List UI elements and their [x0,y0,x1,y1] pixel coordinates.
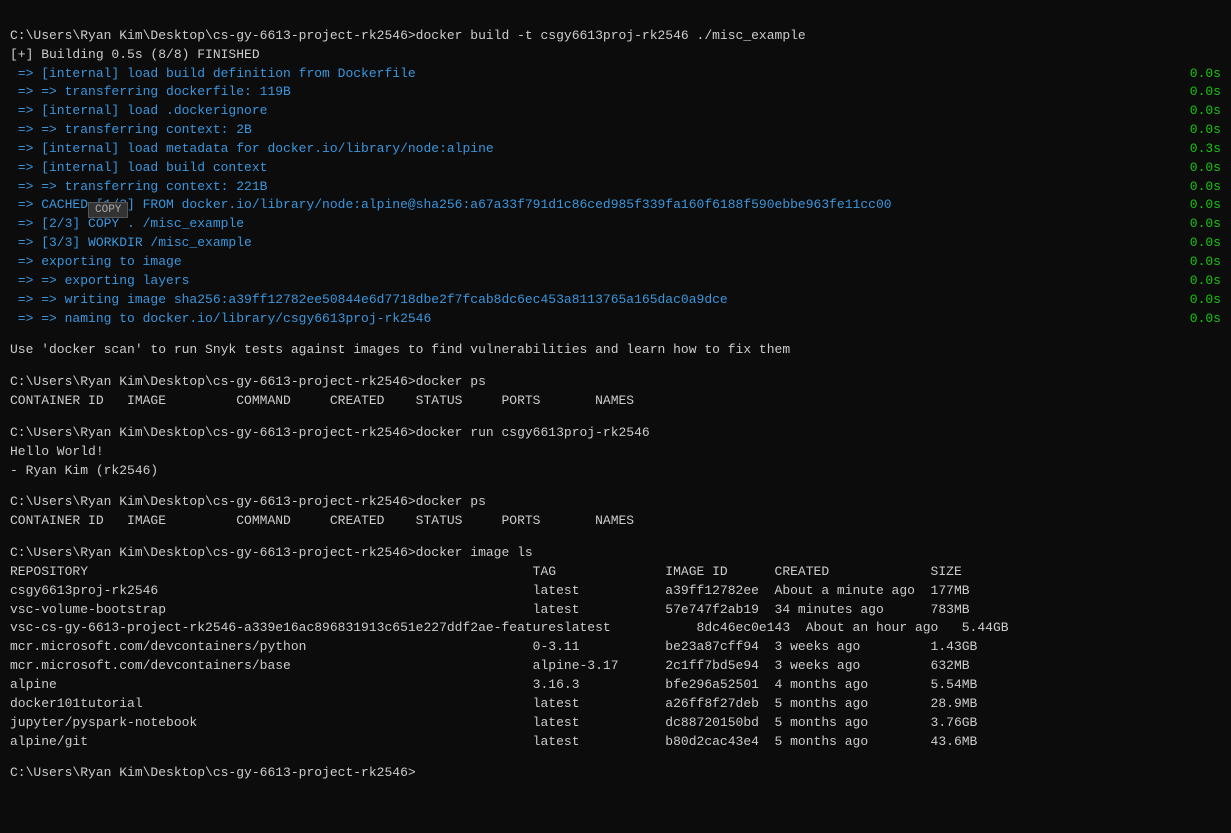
terminal-line: alpine 3.16.3 bfe296a52501 4 months ago … [10,676,1221,695]
terminal-line: => [internal] load metadata for docker.i… [10,140,1221,159]
step-time: 0.0s [1171,102,1221,121]
step-left: => => transferring context: 221B [10,178,267,197]
terminal-line: C:\Users\Ryan Kim\Desktop\cs-gy-6613-pro… [10,544,1221,563]
step-left: => [internal] load .dockerignore [10,102,267,121]
step-time: 0.0s [1171,178,1221,197]
step-time: 0.0s [1171,196,1221,215]
terminal-line: C:\Users\Ryan Kim\Desktop\cs-gy-6613-pro… [10,493,1221,512]
terminal-line: CONTAINER ID IMAGE COMMAND CREATED STATU… [10,512,1221,531]
terminal-line: - Ryan Kim (rk2546) [10,462,1221,481]
terminal-line: => => exporting layers 0.0s [10,272,1221,291]
step-time: 0.0s [1171,234,1221,253]
terminal-line: alpine/git latest b80d2cac43e4 5 months … [10,733,1221,752]
terminal-line: => => transferring dockerfile: 119B 0.0s [10,83,1221,102]
step-time: 0.0s [1171,272,1221,291]
terminal-line: => [internal] load build definition from… [10,65,1221,84]
step-left: => [internal] load metadata for docker.i… [10,140,494,159]
step-time: 0.0s [1171,310,1221,329]
terminal-line [10,411,1221,424]
terminal-line: C:\Users\Ryan Kim\Desktop\cs-gy-6613-pro… [10,424,1221,443]
terminal-line: C:\Users\Ryan Kim\Desktop\cs-gy-6613-pro… [10,373,1221,392]
terminal-line [10,531,1221,544]
step-time: 0.0s [1171,159,1221,178]
terminal-line: Use 'docker scan' to run Snyk tests agai… [10,341,1221,360]
step-time: 0.0s [1171,65,1221,84]
terminal-line: => => writing image sha256:a39ff12782ee5… [10,291,1221,310]
terminal-line [10,480,1221,493]
terminal-line: mcr.microsoft.com/devcontainers/base alp… [10,657,1221,676]
step-left: => => writing image sha256:a39ff12782ee5… [10,291,728,310]
step-left: => => transferring context: 2B [10,121,252,140]
step-left: => => exporting layers [10,272,189,291]
terminal-line [10,360,1221,373]
terminal-line: csgy6613proj-rk2546 latest a39ff12782ee … [10,582,1221,601]
terminal-line: => => transferring context: 2B 0.0s [10,121,1221,140]
terminal-line: => => transferring context: 221B 0.0s [10,178,1221,197]
terminal-line: => CACHED [1/3] FROM docker.io/library/n… [10,196,1221,215]
terminal-line: => [internal] load build context 0.0s [10,159,1221,178]
step-left: => => naming to docker.io/library/csgy66… [10,310,431,329]
step-left: => [2/3] COPY . /misc_example [10,215,244,234]
step-time: 0.3s [1171,140,1221,159]
step-left: => [internal] load build context [10,159,267,178]
copy-badge[interactable]: COPY [88,202,128,218]
terminal-line: => [internal] load .dockerignore 0.0s [10,102,1221,121]
step-left: => [3/3] WORKDIR /misc_example [10,234,252,253]
step-time: 0.0s [1171,121,1221,140]
terminal-line: => [2/3] COPY . /misc_example 0.0s [10,215,1221,234]
step-left: => CACHED [1/3] FROM docker.io/library/n… [10,196,892,215]
step-left: => => transferring dockerfile: 119B [10,83,291,102]
terminal-line: CONTAINER ID IMAGE COMMAND CREATED STATU… [10,392,1221,411]
step-time: 0.0s [1171,253,1221,272]
terminal-line: docker101tutorial latest a26ff8f27deb 5 … [10,695,1221,714]
terminal-line: jupyter/pyspark-notebook latest dc887201… [10,714,1221,733]
step-left: => exporting to image [10,253,182,272]
terminal-line: REPOSITORY TAG IMAGE ID CREATED SIZE [10,563,1221,582]
terminal-line: mcr.microsoft.com/devcontainers/python 0… [10,638,1221,657]
terminal-line: vsc-cs-gy-6613-project-rk2546-a339e16ac8… [10,619,1221,638]
step-left: => [internal] load build definition from… [10,65,416,84]
terminal-line: => [3/3] WORKDIR /misc_example 0.0s [10,234,1221,253]
terminal-line: => exporting to image 0.0s [10,253,1221,272]
step-time: 0.0s [1171,83,1221,102]
terminal-line: [+] Building 0.5s (8/8) FINISHED [10,46,1221,65]
terminal-line [10,751,1221,764]
terminal-line: C:\Users\Ryan Kim\Desktop\cs-gy-6613-pro… [10,27,1221,46]
terminal-line: Hello World! [10,443,1221,462]
terminal-line: => => naming to docker.io/library/csgy66… [10,310,1221,329]
step-time: 0.0s [1171,215,1221,234]
terminal-window: C:\Users\Ryan Kim\Desktop\cs-gy-6613-pro… [0,0,1231,791]
terminal-line: C:\Users\Ryan Kim\Desktop\cs-gy-6613-pro… [10,764,1221,783]
terminal-line: vsc-volume-bootstrap latest 57e747f2ab19… [10,601,1221,620]
step-time: 0.0s [1171,291,1221,310]
terminal-line [10,328,1221,341]
